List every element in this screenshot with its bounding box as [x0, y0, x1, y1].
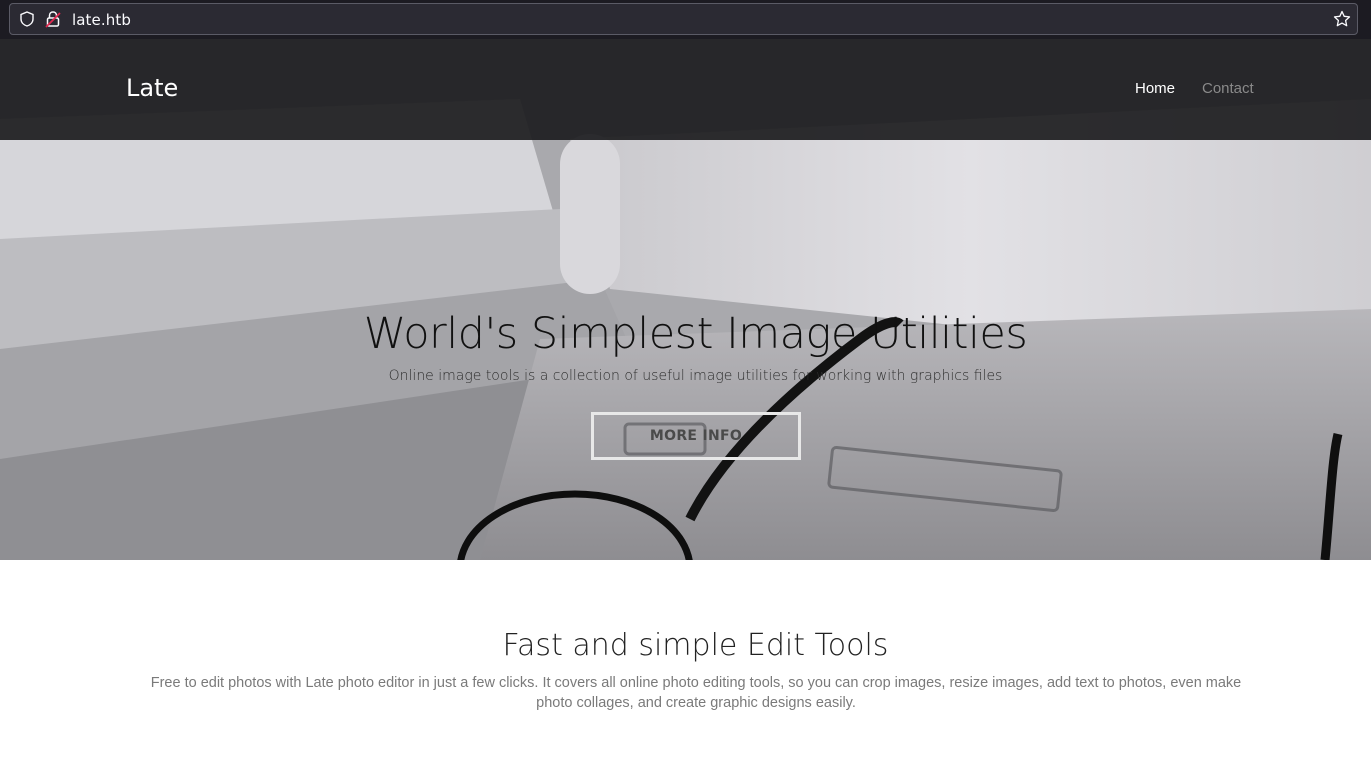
hero-subtitle: Online image tools is a collection of us… — [388, 368, 1003, 384]
more-info-button[interactable]: MORE INFO — [591, 412, 801, 460]
section-title: Fast and simple Edit Tools — [502, 628, 889, 663]
shield-icon[interactable] — [19, 11, 35, 27]
hero-title: World's Simplest Image Utilities — [363, 309, 1028, 359]
url-text[interactable]: late.htb — [72, 11, 131, 29]
nav-home-link[interactable]: Home — [1135, 80, 1175, 97]
site-navbar: Late Home Contact — [0, 39, 1371, 140]
lock-icon[interactable] — [45, 10, 61, 28]
star-icon[interactable] — [1333, 10, 1351, 28]
nav-contact-link[interactable]: Contact — [1202, 80, 1254, 97]
browser-toolbar: late.htb — [0, 0, 1371, 39]
section-description: Free to edit photos with Late photo edit… — [150, 675, 1242, 711]
url-bar[interactable]: late.htb — [9, 3, 1358, 35]
site-brand-logo[interactable]: Late — [126, 74, 178, 102]
